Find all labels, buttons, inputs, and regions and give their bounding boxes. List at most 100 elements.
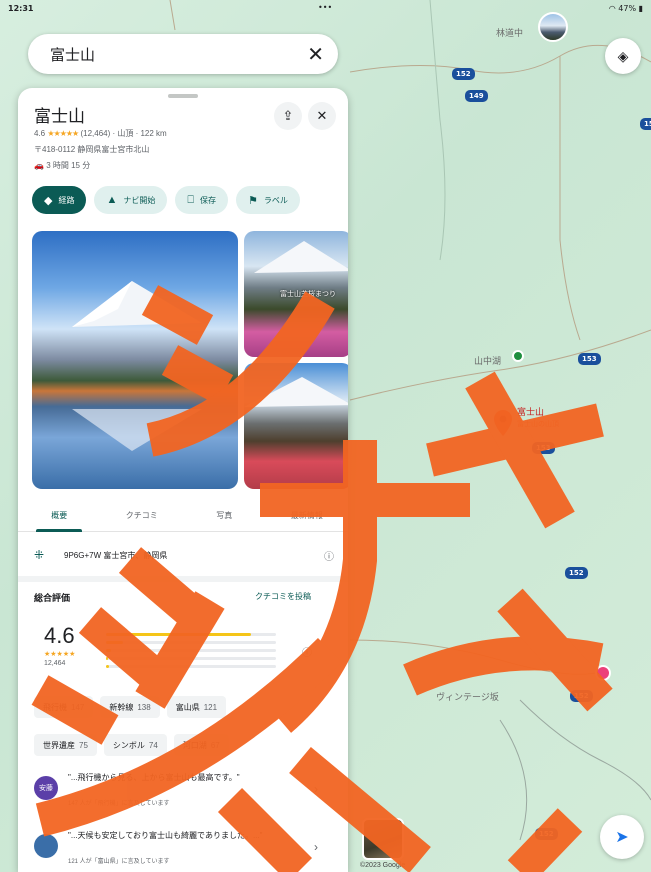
review-topic-chip[interactable]: シンボル 74 [103, 734, 167, 756]
battery-icon: ▮ [638, 4, 643, 13]
pin-name: 富士山 [517, 408, 545, 418]
road-badge: 153 [578, 353, 601, 365]
car-icon: 🚗 [34, 161, 44, 170]
search-bar[interactable]: 富士山 ✕ [28, 34, 338, 74]
battery-indicator: ◠ 47% ▮ [608, 4, 643, 13]
close-icon: ✕ [316, 108, 328, 123]
rating-bar [106, 638, 276, 646]
shopping-poi-icon[interactable] [595, 665, 611, 681]
rating-bar [106, 630, 276, 638]
streetview-thumbnail[interactable] [362, 818, 404, 860]
review-count[interactable]: (12,464) [80, 129, 110, 138]
write-review-link[interactable]: クチコミを投稿 [255, 591, 311, 602]
map-label: ヴィンテージ坂 [436, 693, 499, 703]
road-badge: 152 [570, 690, 593, 702]
place-address: 〒418-0112 静岡県富士宮市北山 [34, 145, 150, 154]
drag-handle[interactable] [168, 94, 198, 98]
road-badge: 153 [532, 442, 555, 454]
review-topics-row: 飛行機 147 新幹線 138 富山県 121 [34, 696, 348, 718]
photo-gallery: 富士山芝桜まつり [32, 231, 348, 489]
section-divider [18, 576, 348, 582]
navigation-icon: ▲ [106, 194, 118, 206]
layers-icon: ◈ [617, 47, 629, 64]
rating-bar-fill [106, 664, 110, 668]
pin-label: 富士山 富士山の山頂 [517, 408, 607, 430]
road-badge: 152 [452, 68, 475, 80]
rating-bar-fill [106, 648, 112, 652]
place-category: 山頂 [117, 129, 134, 138]
layers-button[interactable]: ◈ [605, 38, 641, 74]
road-badge: 149 [465, 90, 488, 102]
my-location-button[interactable]: ➤ [600, 815, 644, 859]
rating-info-icon[interactable]: ⓘ [302, 644, 312, 659]
save-button[interactable]: ⎕ 保存 [175, 186, 228, 214]
mountain-photo [72, 281, 202, 451]
place-title: 富士山 [34, 107, 85, 126]
plus-code-icon: ⁜ [34, 548, 45, 562]
road-badge: 152 [565, 567, 588, 579]
avatar [34, 834, 58, 858]
avatar: 安藤 [34, 776, 58, 800]
rating-line: 4.6 ★★★★★ (12,464) · 山頂 · 122 km [34, 129, 167, 138]
road-badge: 152 [640, 118, 651, 130]
chevron-right-icon: › [314, 840, 318, 854]
rating-bar [106, 646, 276, 654]
label-button[interactable]: ⚑ ラベル [235, 186, 300, 214]
photo-caption: 富士山芝桜まつり [280, 291, 336, 298]
average-stars: ★★★★★ [44, 651, 76, 658]
review-snippet[interactable]: "...天候も安定しており富士山も綺麗でありました。..." 121 人が「富山… [34, 830, 334, 872]
review-text: "...飛行機から見る、上から富士山も最高です。" [68, 773, 240, 782]
photo-main[interactable] [32, 231, 238, 489]
review-meta: 121 人が「富山県」に言及しています [68, 859, 170, 865]
rating-bar [106, 662, 276, 670]
review-topic-chip[interactable]: 富山県 121 [166, 696, 227, 718]
rating-bar-fill [106, 656, 108, 660]
close-panel-button[interactable]: ✕ [308, 102, 336, 130]
road-badge: 152 [535, 828, 558, 840]
directions-icon: ◆ [44, 194, 53, 207]
review-topics-row: 世界遺産 75 シンボル 74 河口湖 67 [34, 734, 348, 756]
place-details-panel: 富士山 ⇪ ✕ 4.6 ★★★★★ (12,464) · 山頂 · 122 km… [18, 88, 348, 872]
tab-reviews[interactable]: クチコミ [101, 502, 184, 531]
action-chips: ◆ 経路 ▲ ナビ開始 ⎕ 保存 ⚑ ラベル [32, 186, 348, 216]
tab-updates[interactable]: 最新情報 [266, 502, 349, 531]
flag-icon: ⚑ [247, 194, 258, 207]
tab-photos[interactable]: 写真 [183, 502, 266, 531]
park-poi-icon[interactable] [512, 350, 524, 362]
review-snippet[interactable]: 安藤 "...飛行機から見る、上から富士山も最高です。" 147 人が「飛行機」… [34, 772, 334, 816]
status-dots: ••• [318, 3, 333, 12]
reviews-title: 総合評価 [34, 593, 71, 603]
review-topic-chip[interactable]: 河口湖 67 [173, 734, 229, 756]
info-icon[interactable]: ⓘ [324, 548, 334, 563]
map-label: 山中湖 [474, 357, 502, 367]
clear-search-icon[interactable]: ✕ [307, 42, 324, 67]
average-rating: 4.6 [44, 623, 75, 648]
review-topic-chip[interactable]: 飛行機 147 [34, 696, 94, 718]
place-pin-icon[interactable] [494, 410, 512, 436]
total-reviews: 12,464 [44, 660, 66, 667]
search-input[interactable]: 富士山 [50, 44, 307, 65]
mountain-photo [244, 377, 348, 407]
rating-distribution [106, 630, 276, 670]
photo-thumbnail[interactable]: 富士山芝桜まつり [244, 231, 348, 357]
photo-thumbnail[interactable] [244, 363, 348, 489]
review-topic-chip[interactable]: 世界遺産 75 [34, 734, 97, 756]
plus-code: 9P6G+7W 富士宮市、静岡県 [64, 550, 168, 560]
tab-overview[interactable]: 概要 [18, 502, 101, 532]
drive-time: 🚗 3 時間 15 分 [34, 161, 91, 170]
place-distance: 122 km [140, 129, 167, 138]
start-navigation-button[interactable]: ▲ ナビ開始 [94, 186, 168, 214]
review-topic-chip[interactable]: 新幹線 138 [100, 696, 160, 718]
panel-tabs: 概要 クチコミ 写真 最新情報 [18, 502, 348, 532]
status-time: 12:31 [8, 4, 34, 13]
plus-code-row[interactable]: ⁜ 9P6G+7W 富士宮市、静岡県 ⓘ [34, 543, 334, 567]
review-text: "...天候も安定しており富士山も綺麗でありました。..." [68, 831, 263, 840]
share-icon: ⇪ [282, 108, 294, 123]
share-button[interactable]: ⇪ [274, 102, 302, 130]
bookmark-icon: ⎕ [187, 193, 194, 206]
place-thumbnail[interactable] [538, 12, 568, 42]
map-label: 林道中 [496, 29, 524, 39]
wifi-icon: ◠ [608, 4, 619, 13]
directions-button[interactable]: ◆ 経路 [32, 186, 87, 214]
navigation-arrow-icon: ➤ [615, 829, 629, 846]
